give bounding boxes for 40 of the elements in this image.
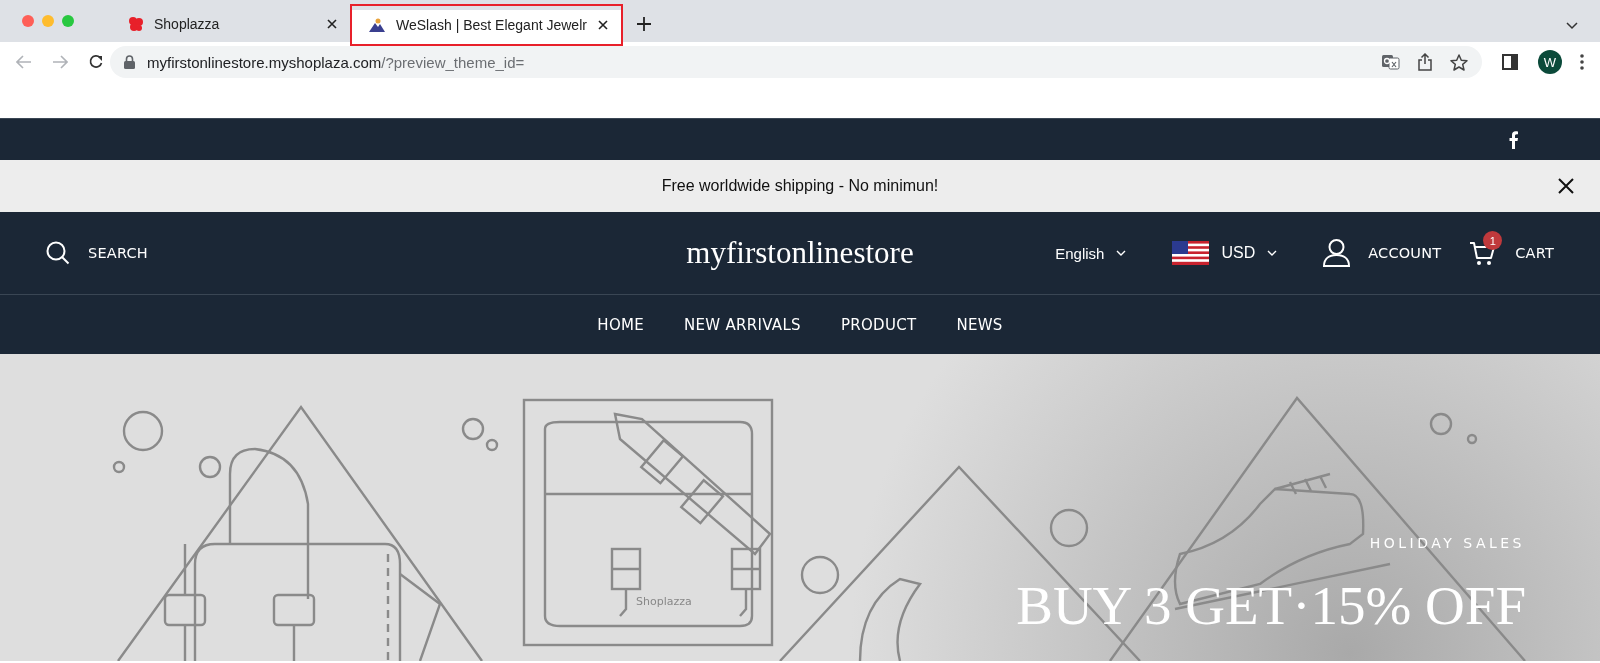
cart-link[interactable]: CART xyxy=(1515,245,1554,261)
translate-icon[interactable] xyxy=(1382,54,1400,70)
bag-label: Shoplazza xyxy=(636,595,692,608)
search-icon[interactable] xyxy=(46,241,70,265)
nav-link[interactable]: HOME xyxy=(597,315,644,334)
store-logo-text[interactable]: myfirstonlinestore xyxy=(686,235,914,271)
language-selector[interactable]: English xyxy=(1055,244,1127,262)
announcement-text: Free worldwide shipping - No minimun! xyxy=(661,177,939,195)
browser-tab[interactable]: WeSlash | Best Elegant Jewelr xyxy=(350,4,623,46)
close-icon[interactable] xyxy=(326,18,338,30)
chevron-down-icon xyxy=(1267,250,1278,256)
close-icon[interactable] xyxy=(596,19,609,31)
currency-selector[interactable]: USD xyxy=(1172,241,1278,265)
lock-icon xyxy=(124,55,135,69)
tab-title: Shoplazza xyxy=(154,16,221,32)
flower-favicon-icon xyxy=(128,16,144,32)
close-icon[interactable] xyxy=(1558,178,1574,194)
more-menu-icon[interactable] xyxy=(1580,54,1584,70)
chevron-down-icon[interactable] xyxy=(1566,22,1578,30)
chevron-down-icon xyxy=(1116,250,1127,256)
url-field[interactable]: myfirstonlinestore.myshoplaza.com/?preview_theme_id= xyxy=(147,53,525,71)
new-tab-icon[interactable] xyxy=(636,17,651,31)
share-icon[interactable] xyxy=(1418,53,1432,71)
nav-link[interactable]: NEWS xyxy=(956,315,1003,334)
user-icon[interactable] xyxy=(1323,239,1351,267)
account-link[interactable]: ACCOUNT xyxy=(1368,245,1442,261)
cart-count-badge: 1 xyxy=(1483,231,1503,250)
browser-tab[interactable]: Shoplazza xyxy=(112,6,350,42)
nav-link[interactable]: PRODUCT xyxy=(840,315,917,334)
promo-eyebrow: HOLIDAY SALES xyxy=(1369,535,1525,551)
mountain-favicon-icon xyxy=(368,17,386,33)
star-icon[interactable] xyxy=(1450,53,1468,71)
side-panel-icon[interactable] xyxy=(1502,54,1518,70)
tab-title: WeSlash | Best Elegant Jewelr xyxy=(396,17,587,33)
profile-avatar[interactable]: W xyxy=(1538,50,1562,74)
nav-link[interactable]: NEW ARRIVALS xyxy=(684,315,801,334)
search-link[interactable]: SEARCH xyxy=(88,245,148,261)
facebook-icon[interactable] xyxy=(1509,130,1518,149)
reload-icon[interactable] xyxy=(88,54,104,70)
us-flag-icon xyxy=(1172,241,1210,265)
